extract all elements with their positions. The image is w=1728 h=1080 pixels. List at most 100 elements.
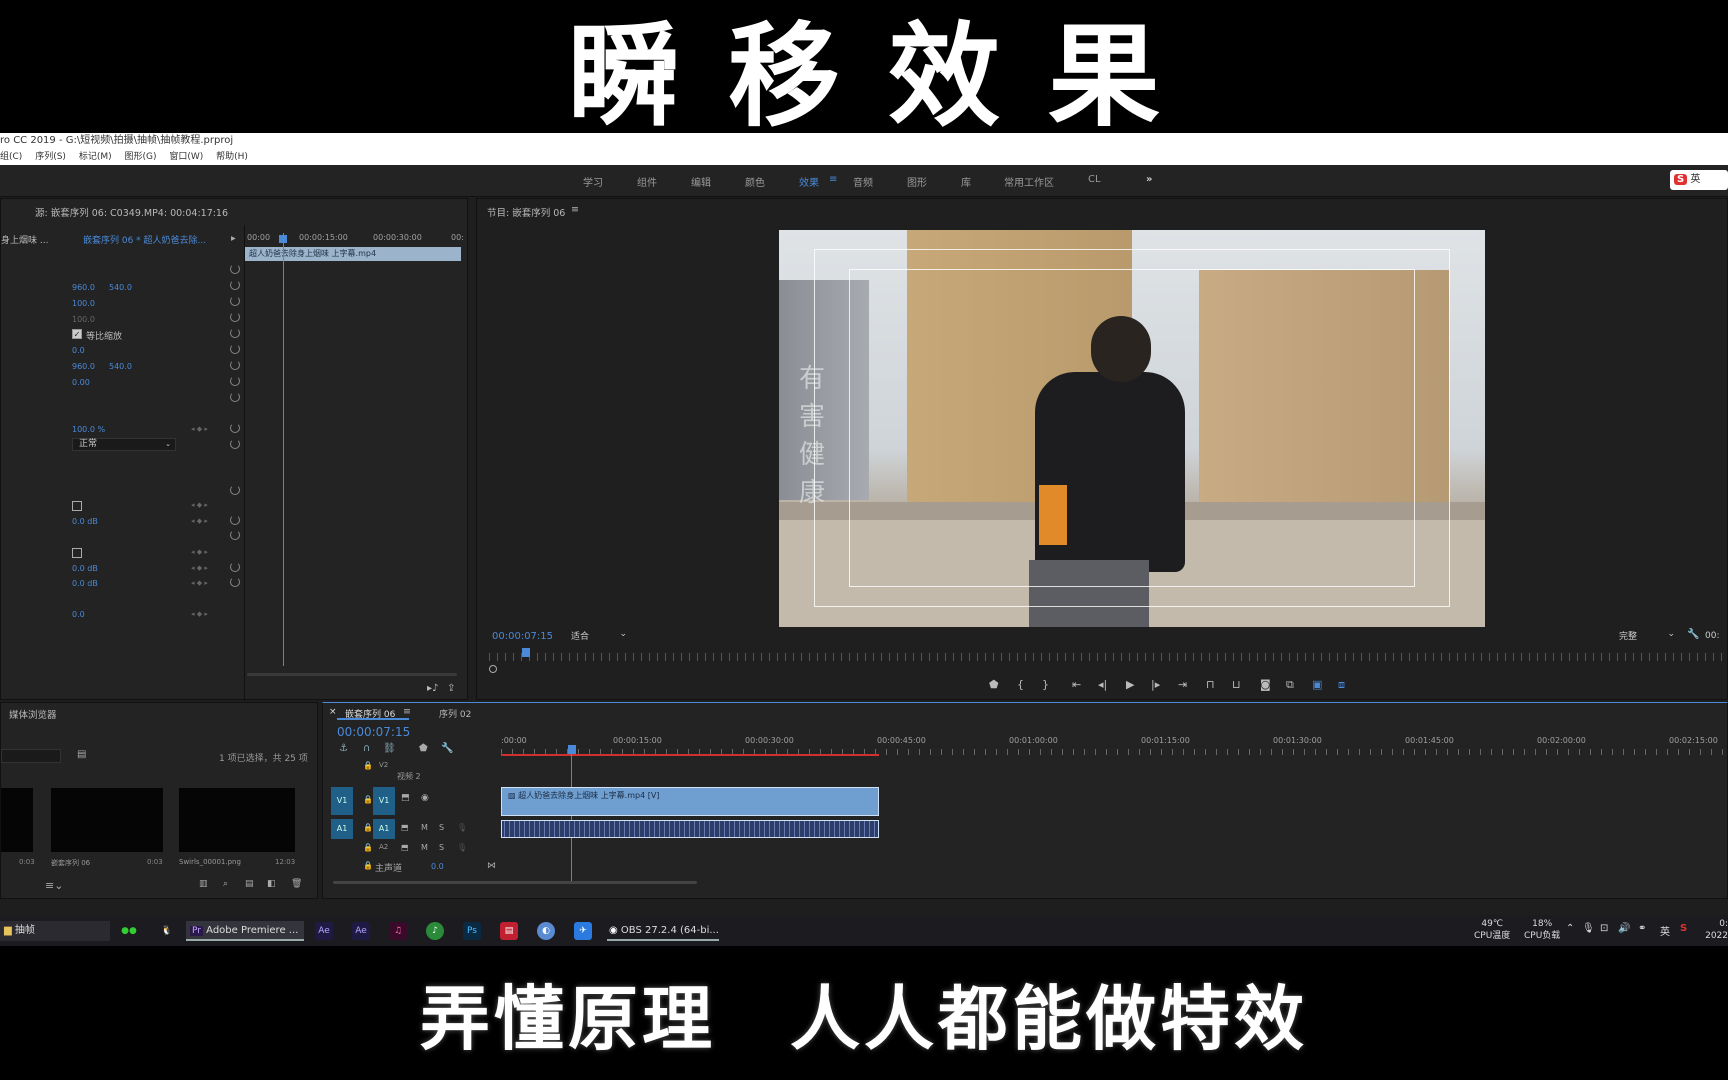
camera-icon[interactable]: ◙: [1260, 678, 1271, 691]
ec-playhead[interactable]: [283, 233, 284, 666]
more-icon[interactable]: »: [1146, 174, 1152, 185]
list-view-icon[interactable]: ≡⌄: [45, 879, 63, 892]
audio-clip[interactable]: [501, 820, 879, 838]
reset-icon[interactable]: [230, 577, 240, 587]
anchor-x-value[interactable]: 960.0: [72, 362, 95, 371]
eye-icon[interactable]: ◉: [421, 793, 429, 803]
workspace-tab[interactable]: 库: [961, 174, 971, 189]
after-effects-icon[interactable]: Ae: [352, 922, 370, 940]
reset-icon[interactable]: [230, 392, 240, 402]
bin-icon[interactable]: ▥: [199, 879, 208, 889]
step-back-icon[interactable]: ◂|: [1098, 678, 1107, 691]
marker-icon[interactable]: ⬟: [419, 743, 428, 754]
play-button[interactable]: ▶: [1126, 678, 1134, 691]
workspace-tab[interactable]: CL: [1088, 174, 1101, 185]
add-marker-icon[interactable]: ⬟: [989, 678, 999, 691]
reset-icon[interactable]: [230, 280, 240, 290]
video-clip[interactable]: ▨ 超人奶爸去除身上烟味 上字幕.mp4 [V]: [501, 787, 879, 816]
mark-in-icon[interactable]: {: [1017, 678, 1024, 691]
panel-menu-icon[interactable]: ≡: [403, 706, 411, 717]
track-source-a1[interactable]: A1: [331, 819, 353, 839]
keyframe-nav-icon[interactable]: ◂ ◆ ▸: [191, 425, 208, 433]
chevron-up-icon[interactable]: ⌃: [1566, 923, 1574, 934]
keyframe-nav-icon[interactable]: ◂ ◆ ▸: [191, 610, 208, 618]
network-icon[interactable]: ⊡: [1600, 923, 1608, 934]
video-frame[interactable]: 有 害 健 康: [779, 230, 1485, 627]
lift-icon[interactable]: ⊓: [1206, 678, 1215, 691]
quality-select[interactable]: 完整 ⌄: [1619, 629, 1679, 643]
reset-icon[interactable]: [230, 312, 240, 322]
extract-icon[interactable]: ⊔: [1232, 678, 1241, 691]
reset-icon[interactable]: [230, 328, 240, 338]
wrench-icon[interactable]: 🔧: [441, 743, 453, 754]
bypass-checkbox[interactable]: [72, 548, 82, 558]
menu-item[interactable]: 图形(G): [124, 152, 156, 162]
reset-icon[interactable]: [230, 296, 240, 306]
media-browser-title[interactable]: 媒体浏览器: [9, 707, 57, 721]
workspace-tab[interactable]: 图形: [907, 174, 927, 189]
play-icon[interactable]: ▸: [231, 233, 236, 244]
snap-icon[interactable]: ⚓: [339, 743, 348, 754]
sync-icon[interactable]: ⬒: [401, 823, 409, 832]
audition-icon[interactable]: ♫: [389, 922, 407, 940]
keyframe-nav-icon[interactable]: ◂ ◆ ▸: [191, 517, 208, 525]
wechat-icon[interactable]: ●●: [120, 922, 138, 940]
reset-icon[interactable]: [230, 423, 240, 433]
new-bin-icon[interactable]: ▤: [245, 879, 254, 889]
timeline-playhead-handle[interactable]: [568, 745, 576, 754]
program-playhead[interactable]: [522, 648, 530, 657]
compare-icon[interactable]: ⧉: [1286, 678, 1294, 692]
go-to-out-icon[interactable]: ⇥: [1178, 678, 1187, 691]
taskbar-obs[interactable]: ◉ OBS 27.2.4 (64-bi...: [607, 921, 719, 941]
master-clip-label[interactable]: 身上烟味 ...: [1, 233, 48, 246]
menu-item[interactable]: 组(C): [0, 152, 22, 162]
keyframe-nav-icon[interactable]: ◂ ◆ ▸: [191, 548, 208, 556]
program-timecode[interactable]: 00:00:07:15: [492, 631, 553, 642]
workspace-tab[interactable]: 颜色: [745, 174, 765, 189]
ec-zoom-scrollbar[interactable]: [247, 673, 457, 676]
reset-icon[interactable]: [230, 562, 240, 572]
keyframe-nav-icon[interactable]: ◂ ◆ ▸: [191, 579, 208, 587]
timeline-playhead[interactable]: [571, 753, 572, 883]
clock[interactable]: 0: 2022: [1704, 918, 1728, 942]
reset-icon[interactable]: [230, 376, 240, 386]
browser-icon[interactable]: ◐: [537, 922, 555, 940]
workspace-tab[interactable]: 编辑: [691, 174, 711, 189]
ec-playhead-handle[interactable]: [279, 235, 287, 243]
thumbnail[interactable]: [179, 788, 295, 852]
sync-icon[interactable]: ⬒: [401, 793, 410, 803]
blend-mode-select[interactable]: 正常 ⌄: [72, 438, 176, 451]
bird-icon[interactable]: ✈: [574, 922, 592, 940]
sogou-icon[interactable]: S: [1680, 923, 1687, 934]
safe-margins-icon[interactable]: ▣: [1312, 678, 1322, 691]
uniform-scale-checkbox[interactable]: ✓: [72, 329, 82, 339]
zoom-handle[interactable]: [489, 665, 497, 673]
ec-clip-bar[interactable]: 超人奶爸去除身上烟味 上字幕.mp4: [245, 247, 461, 261]
mic-icon[interactable]: 🎙: [457, 843, 467, 852]
mute-button[interactable]: M: [421, 823, 428, 832]
lock-icon[interactable]: 🔒: [363, 823, 373, 832]
magnet-icon[interactable]: ∩: [363, 743, 370, 754]
workspace-tab-active[interactable]: 效果: [799, 174, 819, 189]
solo-button[interactable]: S: [439, 823, 444, 832]
timeline-tab[interactable]: 序列 02: [439, 707, 471, 720]
menu-item[interactable]: 窗口(W): [169, 152, 203, 162]
reset-icon[interactable]: [230, 530, 240, 540]
program-scrubber[interactable]: [489, 653, 1728, 661]
media-search-input[interactable]: [1, 749, 61, 763]
fit-select[interactable]: 适合 ⌄: [571, 629, 631, 643]
balance-value[interactable]: 0.0: [72, 610, 85, 619]
close-icon[interactable]: ×: [329, 707, 337, 717]
right-level-value[interactable]: 0.0 dB: [72, 579, 98, 588]
thumbnail[interactable]: [1, 788, 33, 852]
menu-icon[interactable]: ≡: [829, 174, 837, 185]
scale-value[interactable]: 100.0: [72, 299, 95, 308]
bypass-checkbox[interactable]: [72, 501, 82, 511]
track-source-v1[interactable]: V1: [331, 787, 353, 815]
anti-flicker-value[interactable]: 0.00: [72, 378, 90, 387]
reset-icon[interactable]: [230, 515, 240, 525]
music-icon[interactable]: ♪: [426, 922, 444, 940]
reset-icon[interactable]: [230, 344, 240, 354]
trash-icon[interactable]: 🗑: [291, 879, 302, 889]
workspace-tab[interactable]: 音频: [853, 174, 873, 189]
